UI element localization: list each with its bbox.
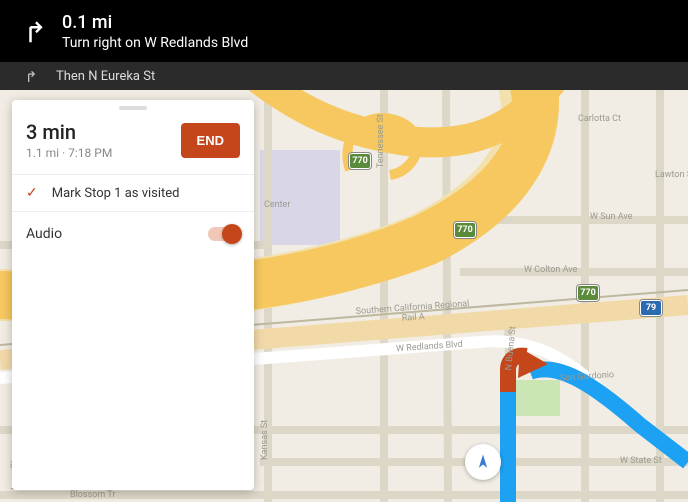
highway-shield: 770 xyxy=(577,285,599,301)
road-label: W Sun Ave xyxy=(590,212,632,222)
highway-shield: 770 xyxy=(349,153,371,169)
road-label: Carlotta Ct xyxy=(578,114,621,124)
eta-duration: 3 min xyxy=(26,120,112,144)
nav-distance: 0.1 mi xyxy=(62,12,248,33)
nav-banner-secondary: Then N Eureka St xyxy=(0,62,688,90)
audio-toggle[interactable] xyxy=(208,227,240,241)
road-label: Kansas St xyxy=(260,420,270,460)
trip-drawer: 3 min 1.1 mi · 7:18 PM END ✓ Mark Stop 1… xyxy=(12,100,254,490)
nav-next-instruction: Then N Eureka St xyxy=(56,69,155,84)
location-arrow-icon xyxy=(473,452,493,472)
drawer-handle[interactable] xyxy=(119,106,147,110)
mark-stop-label: Mark Stop 1 as visited xyxy=(52,186,180,201)
end-navigation-button[interactable]: END xyxy=(181,123,240,158)
road-label: W Colton Ave xyxy=(524,265,577,275)
turn-right-small-icon xyxy=(22,68,38,84)
audio-label: Audio xyxy=(26,226,62,242)
highway-shield: 770 xyxy=(454,222,476,238)
nav-instruction: Turn right on W Redlands Blvd xyxy=(62,35,248,51)
road-label: W State St xyxy=(620,456,662,466)
turn-right-icon xyxy=(18,16,48,46)
road-label: Lawton St xyxy=(655,170,688,180)
nav-banner-primary: 0.1 mi Turn right on W Redlands Blvd xyxy=(0,0,688,62)
road-label: Tennessee St xyxy=(376,114,386,168)
check-icon: ✓ xyxy=(26,185,38,201)
eta-detail: 1.1 mi · 7:18 PM xyxy=(26,146,112,160)
highway-shield: 79 xyxy=(640,300,662,316)
road-label: Blossom Tr xyxy=(70,490,115,500)
recenter-button[interactable] xyxy=(465,444,501,480)
road-label: Center xyxy=(264,200,290,210)
mark-stop-visited-button[interactable]: ✓ Mark Stop 1 as visited xyxy=(12,175,254,211)
